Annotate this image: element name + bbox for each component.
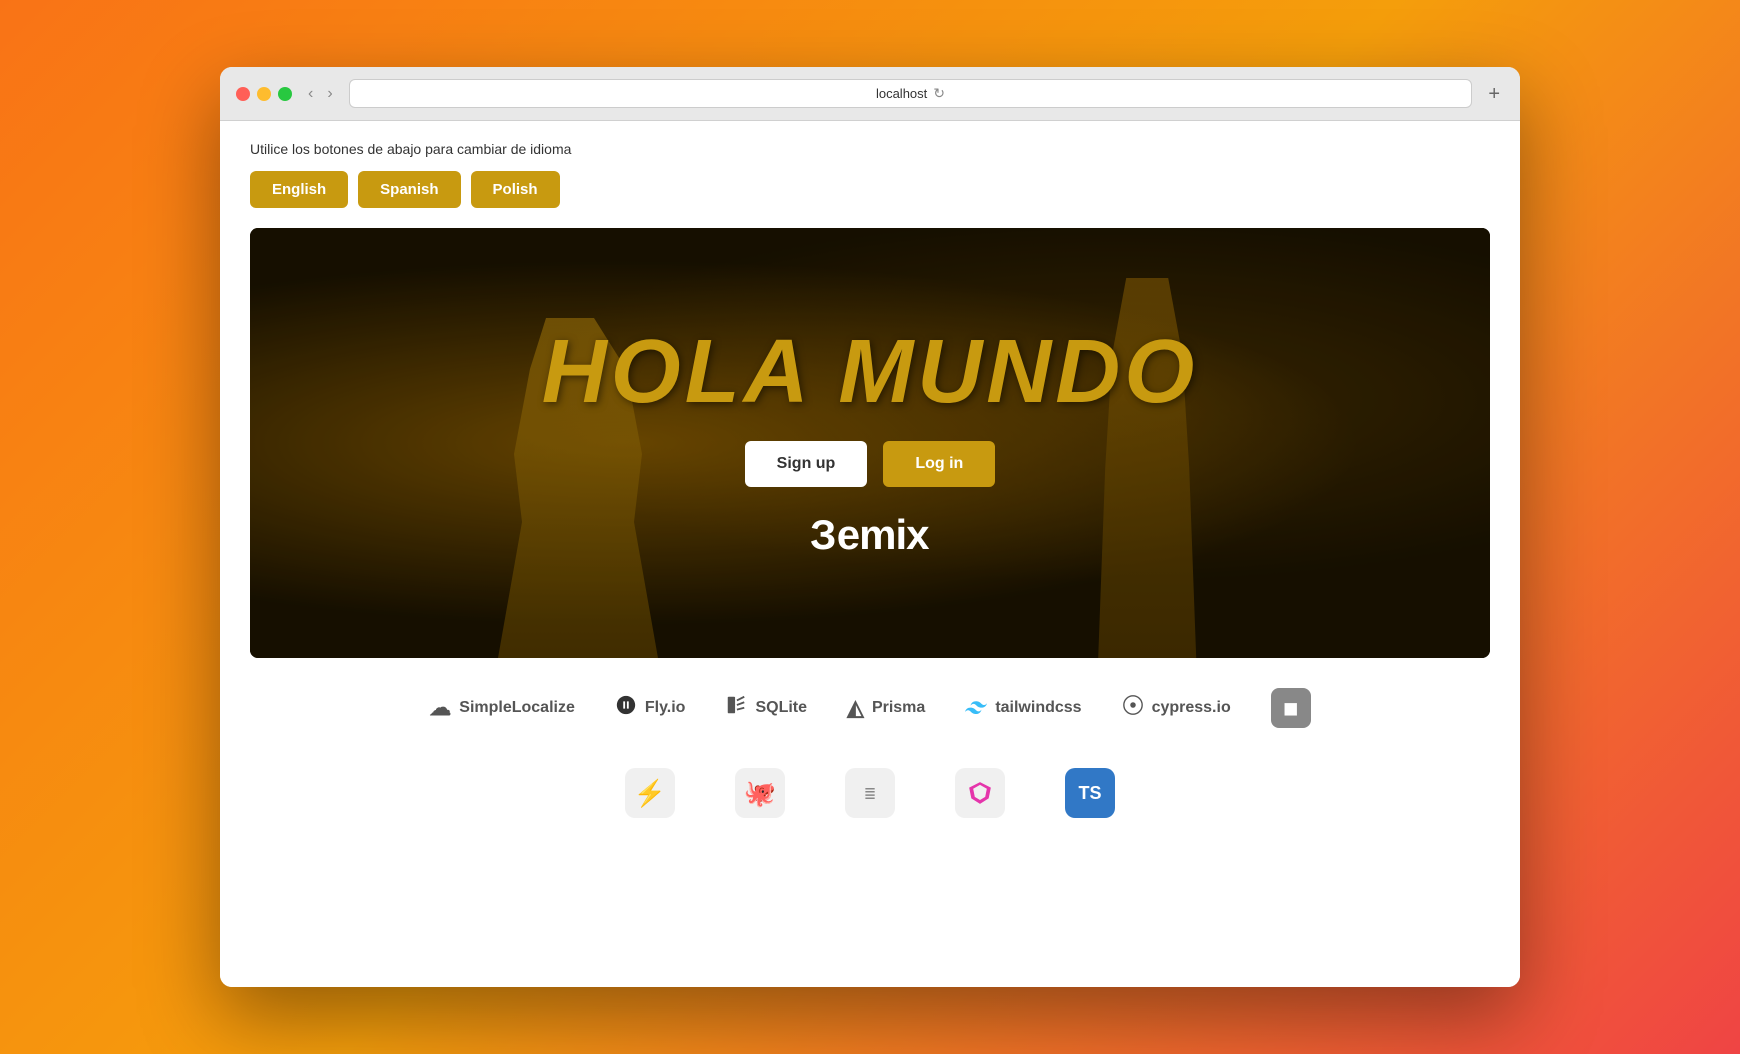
flyio-icon: [615, 694, 637, 722]
typescript-icon-box: TS: [1065, 768, 1115, 818]
sqlite-icon: [725, 694, 747, 722]
browser-window: ‹ › localhost ↻ + Utilice los botones de…: [220, 67, 1520, 987]
hero-content: HOLA MUNDO Sign up Log in Ɛemix: [250, 228, 1490, 658]
hero-title: HOLA MUNDO: [542, 327, 1199, 417]
tech-logo-tailwind: tailwindcss: [965, 695, 1081, 721]
vitest-icon-box: ⚡: [625, 768, 675, 818]
tech-logo-flyio: Fly.io: [615, 694, 686, 722]
tech-logo-simplelocalize: ☁ SimpleLocalize: [429, 695, 575, 721]
new-tab-button[interactable]: +: [1484, 84, 1504, 104]
tailwind-icon: [965, 695, 987, 721]
reload-button[interactable]: ↻: [933, 85, 945, 102]
browser-chrome: ‹ › localhost ↻ +: [220, 67, 1520, 121]
polish-button[interactable]: Polish: [471, 171, 560, 208]
tech-logo-last: ◼: [1271, 688, 1311, 728]
hero-section: HOLA MUNDO Sign up Log in Ɛemix: [250, 228, 1490, 658]
back-button[interactable]: ‹: [304, 84, 317, 104]
english-button[interactable]: English: [250, 171, 348, 208]
spanish-button[interactable]: Spanish: [358, 171, 460, 208]
forward-button[interactable]: ›: [323, 84, 336, 104]
url-text: localhost: [876, 86, 927, 101]
tech-logo-sqlite: SQLite: [725, 694, 807, 722]
page-content: Utilice los botones de abajo para cambia…: [220, 121, 1520, 987]
language-buttons: English Spanish Polish: [250, 171, 1490, 208]
remix-text: emix: [837, 511, 929, 558]
tech-logo-cypress: cypress.io: [1122, 694, 1231, 722]
remix-r-icon: Ɛ: [811, 511, 836, 559]
remix-logo-text: Ɛemix: [811, 511, 928, 559]
login-button[interactable]: Log in: [883, 441, 995, 487]
graphql-icon-box: [955, 768, 1005, 818]
prisma-icon: ◭: [847, 695, 864, 721]
flyio-label: Fly.io: [645, 699, 686, 717]
cypress-label: cypress.io: [1152, 699, 1231, 717]
msw-icon: 🐙: [744, 778, 776, 809]
cypress-icon: [1122, 694, 1144, 722]
language-instruction: Utilice los botones de abajo para cambia…: [250, 141, 1490, 157]
signup-button[interactable]: Sign up: [745, 441, 868, 487]
faker-icon-box: ≣: [845, 768, 895, 818]
cloud-icon: ☁: [429, 695, 451, 721]
tailwind-label: tailwindcss: [995, 699, 1081, 717]
tech-logo-prisma: ◭ Prisma: [847, 695, 925, 721]
close-button[interactable]: [236, 87, 250, 101]
minimize-button[interactable]: [257, 87, 271, 101]
tech-logos-row1: ☁ SimpleLocalize Fly.io: [250, 658, 1490, 758]
tech-logos-row2: ⚡ 🐙 ≣ TS: [250, 758, 1490, 838]
hero-buttons: Sign up Log in: [745, 441, 996, 487]
prisma-label: Prisma: [872, 699, 925, 717]
graphql-icon: [967, 780, 993, 806]
typescript-icon: TS: [1078, 783, 1101, 804]
url-bar[interactable]: localhost ↻: [349, 79, 1473, 108]
sqlite-label: SQLite: [755, 699, 807, 717]
maximize-button[interactable]: [278, 87, 292, 101]
traffic-lights: [236, 87, 292, 101]
simplelocalize-label: SimpleLocalize: [459, 699, 575, 717]
vitest-icon: ⚡: [634, 778, 666, 809]
msw-icon-box: 🐙: [735, 768, 785, 818]
remix-logo: Ɛemix: [811, 511, 928, 559]
faker-icon: ≣: [865, 783, 876, 804]
nav-buttons: ‹ ›: [304, 84, 337, 104]
last-icon: ◼: [1271, 688, 1311, 728]
